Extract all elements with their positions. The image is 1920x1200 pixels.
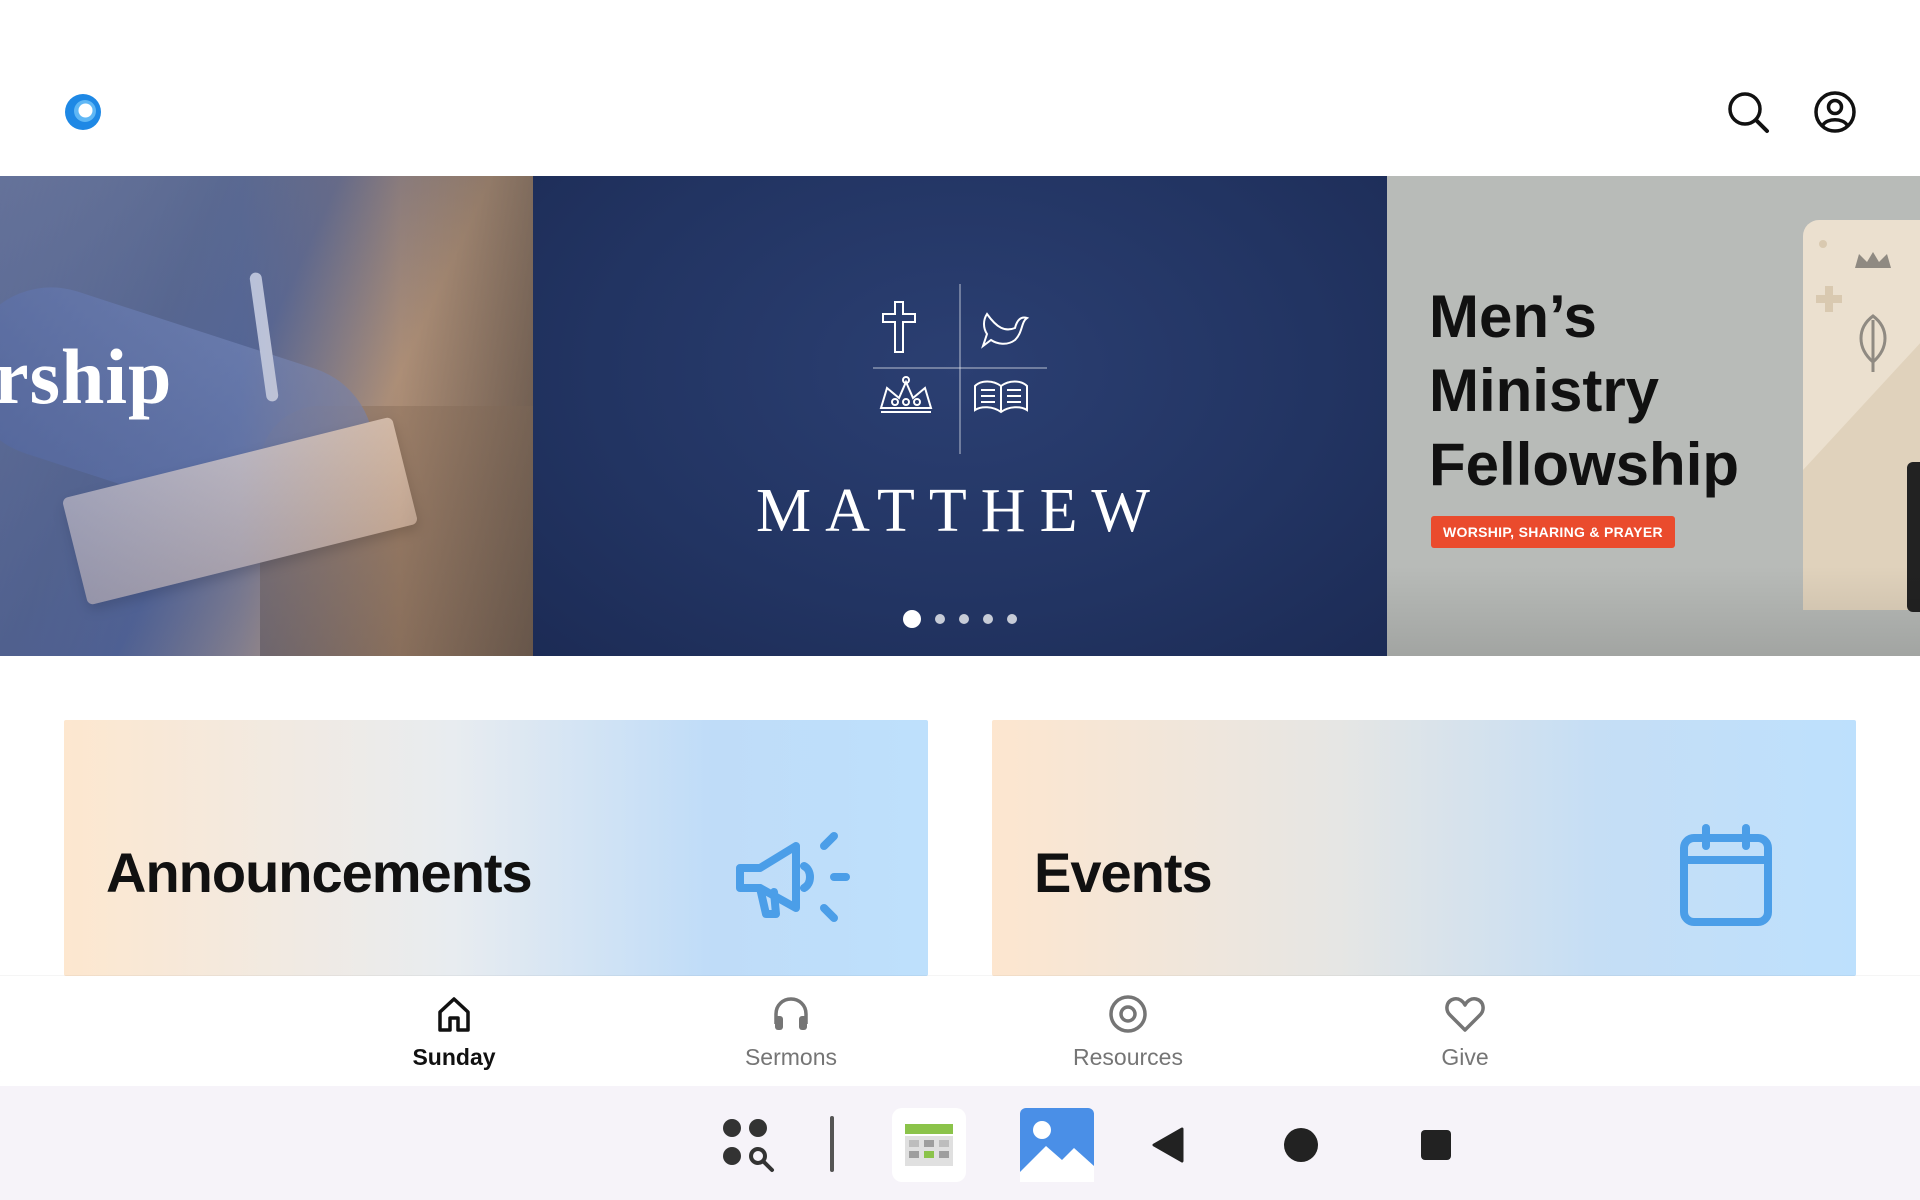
top-header (0, 0, 1920, 176)
nav-item-resources[interactable]: Resources (1028, 992, 1228, 1076)
carousel-dot-1[interactable] (903, 610, 921, 628)
worship-slide-title: rship (0, 333, 173, 420)
mens-ministry-tag: WORSHIP, SHARING & PRAYER (1431, 516, 1675, 548)
gallery-app-icon[interactable] (1020, 1108, 1094, 1182)
events-title: Events (1034, 841, 1213, 904)
back-icon[interactable] (1142, 1119, 1194, 1171)
carousel-dot-2[interactable] (935, 614, 945, 624)
calendar-icon (1680, 824, 1772, 926)
target-icon (1106, 992, 1150, 1036)
account-circle-icon (1814, 91, 1856, 133)
crown-icon (879, 376, 933, 413)
carousel-slide-worship[interactable]: rship (0, 176, 533, 656)
carousel-dot-3[interactable] (959, 614, 969, 624)
bottom-navigation: Sunday Sermons Resources Give (0, 976, 1920, 1086)
carousel-slide-matthew[interactable]: MATTHEW (533, 176, 1387, 656)
crown-icon (1855, 252, 1891, 268)
home-icon (432, 992, 476, 1036)
announcements-title: Announcements (106, 841, 533, 904)
events-tile[interactable]: Events (992, 720, 1856, 976)
app-drawer-search-icon[interactable] (718, 1112, 782, 1176)
announcements-tile[interactable]: Announcements (64, 720, 928, 976)
search-button[interactable] (1724, 88, 1772, 136)
calendar-app-icon[interactable] (892, 1108, 966, 1182)
carousel-pagination (533, 610, 1387, 628)
matthew-slide-title: MATTHEW (756, 477, 1164, 545)
headphones-icon (769, 992, 813, 1036)
cross-icon (882, 301, 916, 353)
leaf-icon (1859, 314, 1887, 372)
nav-item-sunday[interactable]: Sunday (354, 992, 554, 1076)
account-button[interactable] (1811, 88, 1859, 136)
nav-label-resources: Resources (1073, 1044, 1183, 1070)
carousel-dot-4[interactable] (983, 614, 993, 624)
matthew-emblem (873, 284, 1047, 454)
mens-ministry-shade (1387, 566, 1920, 656)
nav-label-give: Give (1441, 1044, 1489, 1070)
nav-label-sermons: Sermons (744, 1044, 838, 1070)
home-circle-icon[interactable] (1275, 1119, 1327, 1171)
taskbar-divider (830, 1116, 834, 1172)
hero-carousel[interactable]: rship MATTHEW Men’s Ministry Fellowship … (0, 176, 1920, 656)
mens-ministry-card-art (1803, 220, 1920, 610)
recents-icon[interactable] (1410, 1119, 1462, 1171)
search-icon (1728, 92, 1769, 133)
nav-label-sunday: Sunday (412, 1044, 496, 1070)
open-bible-icon (974, 380, 1028, 414)
mens-ministry-heading: Men’s Ministry Fellowship (1429, 280, 1769, 502)
carousel-dot-5[interactable] (1007, 614, 1017, 624)
nav-item-sermons[interactable]: Sermons (691, 992, 891, 1076)
megaphone-icon (736, 832, 850, 922)
nav-item-give[interactable]: Give (1365, 992, 1565, 1076)
heart-icon (1443, 992, 1487, 1036)
mens-ministry-heading-line-3: Fellowship (1429, 431, 1740, 498)
mens-ministry-heading-line-1: Men’s (1429, 283, 1597, 350)
carousel-slide-mens-ministry[interactable]: Men’s Ministry Fellowship WORSHIP, SHARI… (1387, 176, 1920, 656)
church-app-logo-icon[interactable] (64, 93, 102, 131)
plus-icon (1816, 286, 1842, 312)
dove-icon (981, 312, 1030, 349)
app-root: rship MATTHEW Men’s Ministry Fellowship … (0, 0, 1920, 1200)
mens-ministry-heading-line-2: Ministry (1429, 357, 1660, 424)
